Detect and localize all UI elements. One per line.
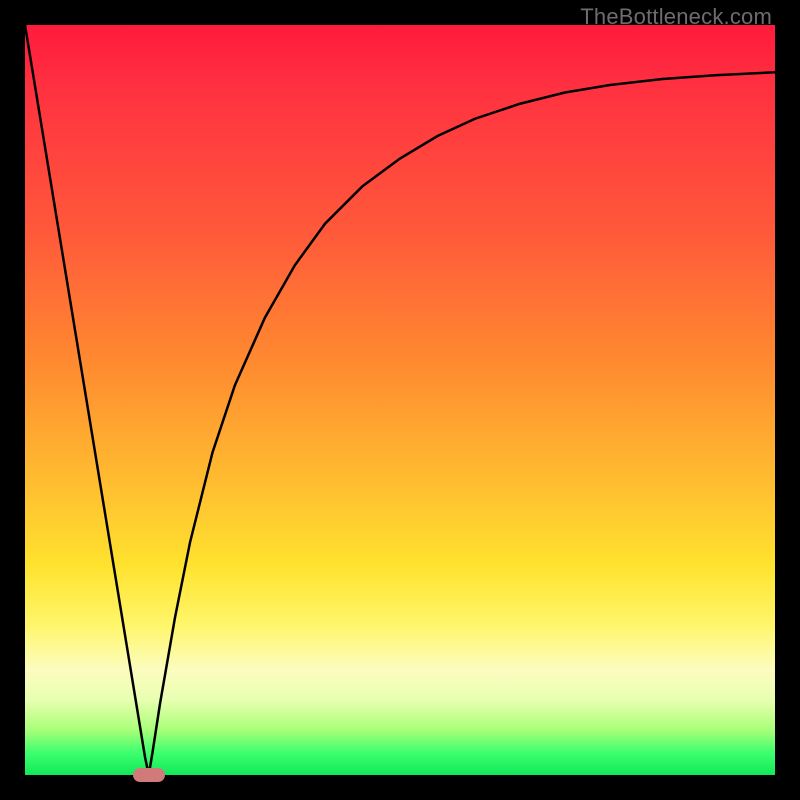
outer-frame: TheBottleneck.com — [0, 0, 800, 800]
curve-overlay — [25, 25, 775, 775]
bottleneck-curve — [25, 25, 775, 775]
notch-marker — [133, 768, 165, 782]
watermark-text: TheBottleneck.com — [580, 4, 772, 30]
